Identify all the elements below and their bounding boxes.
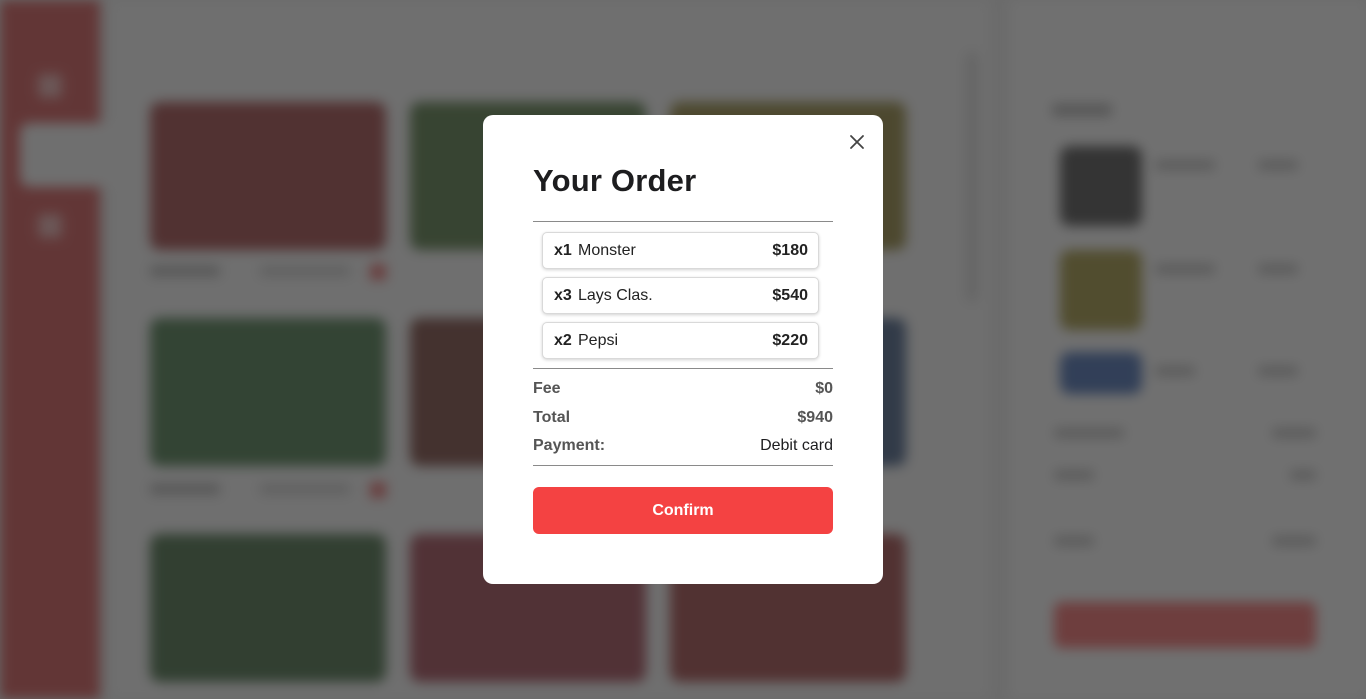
- item-quantity: x2: [554, 332, 572, 349]
- fee-label: Fee: [533, 380, 561, 397]
- total-value: $940: [797, 409, 833, 426]
- total-label: Total: [533, 409, 571, 426]
- item-name: Lays Clas.: [578, 287, 653, 304]
- item-quantity: x3: [554, 287, 572, 304]
- order-item: x1 Monster $180: [542, 232, 819, 269]
- item-price: $180: [772, 242, 808, 259]
- fee-value: $0: [815, 380, 833, 397]
- item-name: Pepsi: [578, 332, 619, 349]
- item-name: Monster: [578, 242, 636, 259]
- payment-label: Payment:: [533, 437, 606, 454]
- fee-row: Fee $0: [533, 380, 833, 400]
- divider: [533, 465, 833, 466]
- confirm-button[interactable]: Confirm: [533, 487, 833, 534]
- order-item: x3 Lays Clas. $540: [542, 277, 819, 314]
- modal-title: Your Order: [533, 163, 697, 198]
- close-icon[interactable]: [846, 131, 868, 153]
- total-row: Total $940: [533, 409, 833, 429]
- payment-value: Debit card: [760, 437, 833, 454]
- order-items-list: x1 Monster $180 x3 Lays Clas. $540 x2 Pe…: [542, 232, 819, 367]
- item-price: $540: [772, 287, 808, 304]
- order-modal: Your Order x1 Monster $180 x3 Lays Clas.…: [483, 115, 883, 584]
- payment-row: Payment: Debit card: [533, 437, 833, 457]
- item-quantity: x1: [554, 242, 572, 259]
- divider: [533, 368, 833, 369]
- divider: [533, 221, 833, 222]
- item-price: $220: [772, 332, 808, 349]
- order-item: x2 Pepsi $220: [542, 322, 819, 359]
